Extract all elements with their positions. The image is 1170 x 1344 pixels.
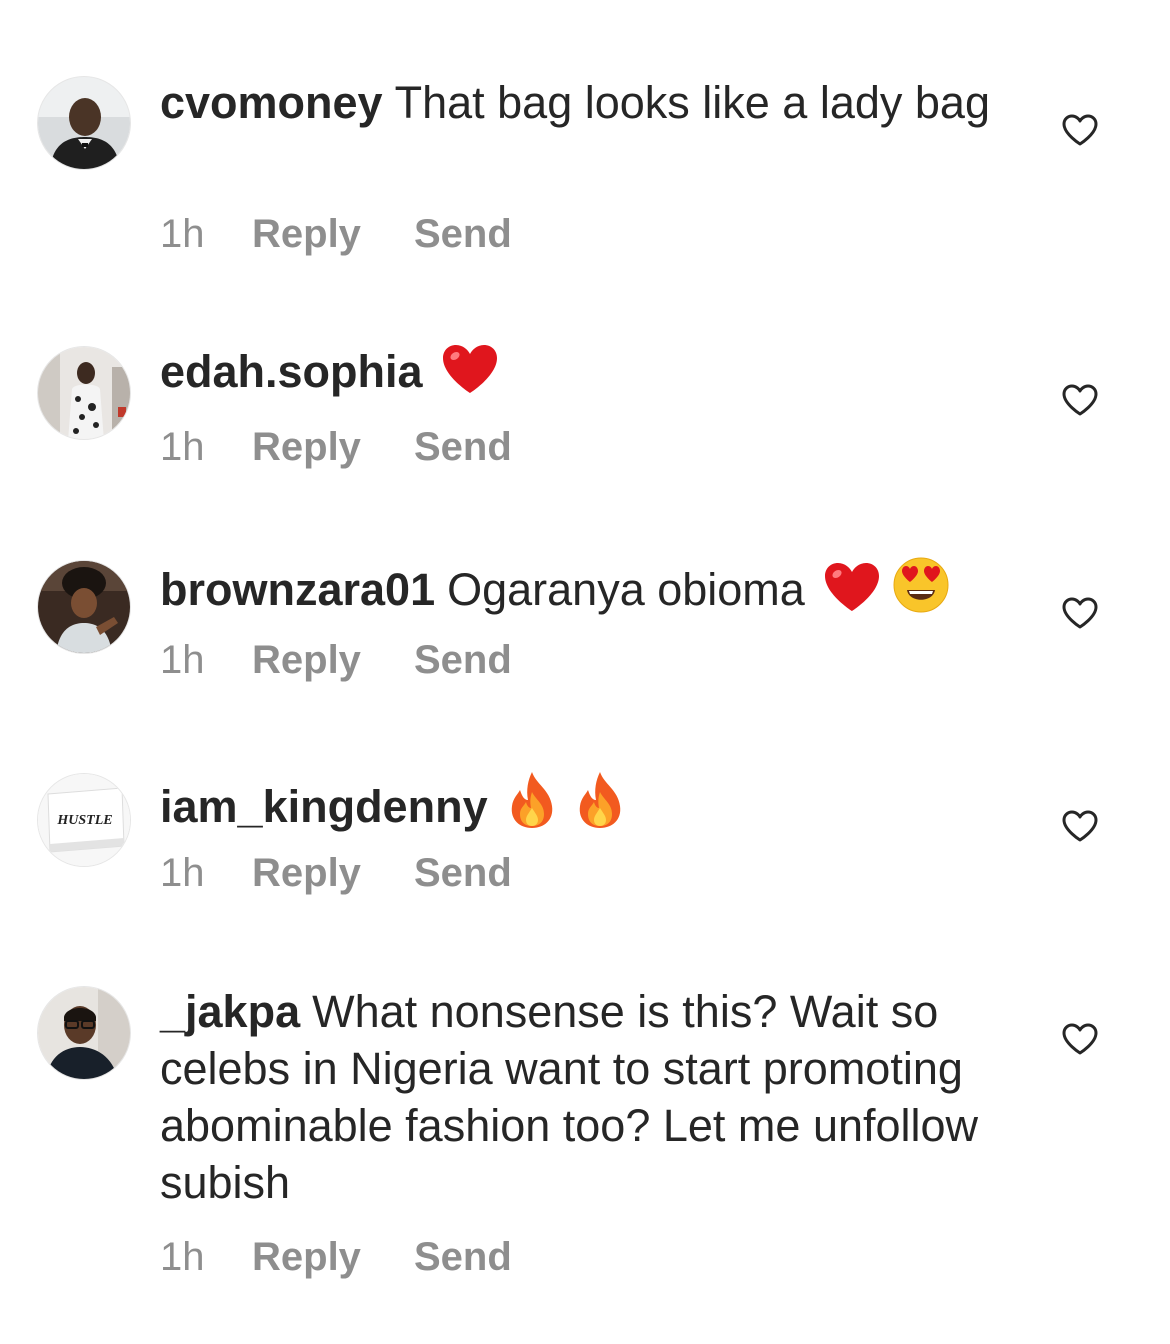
heart-outline-icon[interactable] bbox=[1061, 383, 1099, 417]
comment-text: That bag looks like a lady bag bbox=[394, 77, 990, 128]
comment-time: 1h bbox=[160, 212, 205, 256]
comment-username[interactable]: cvomoney bbox=[160, 77, 383, 128]
comment-time: 1h bbox=[160, 425, 205, 469]
comment-body: iam_kingdenny bbox=[160, 770, 1020, 843]
reply-button[interactable]: Reply bbox=[252, 849, 414, 897]
comment-meta: 1h Reply Send bbox=[160, 636, 512, 684]
heart-outline-icon[interactable] bbox=[1061, 113, 1099, 147]
red-heart-emoji bbox=[441, 343, 499, 408]
heart-outline-icon[interactable] bbox=[1061, 1022, 1099, 1056]
comment-username[interactable]: edah.sophia bbox=[160, 346, 423, 397]
send-button[interactable]: Send bbox=[414, 210, 512, 258]
send-button[interactable]: Send bbox=[414, 1233, 512, 1281]
comment-time: 1h bbox=[160, 1235, 205, 1279]
send-button[interactable]: Send bbox=[414, 636, 512, 684]
send-button[interactable]: Send bbox=[414, 423, 512, 471]
fire-emoji bbox=[574, 770, 626, 843]
avatar-photo bbox=[38, 77, 130, 169]
fire-emoji bbox=[506, 770, 558, 843]
heart-eyes-emoji bbox=[893, 557, 949, 626]
comment-text: Ogaranya obioma bbox=[447, 564, 805, 615]
comment-time: 1h bbox=[160, 638, 205, 682]
comment-username[interactable]: _jakpa bbox=[160, 986, 300, 1037]
comment-body: brownzara01 Ogaranya obioma bbox=[160, 557, 1020, 626]
reply-button[interactable]: Reply bbox=[252, 1233, 414, 1281]
avatar[interactable] bbox=[37, 76, 131, 170]
reply-button[interactable]: Reply bbox=[252, 423, 414, 471]
comment-meta: 1h Reply Send bbox=[160, 849, 512, 897]
avatar[interactable] bbox=[37, 560, 131, 654]
comment-time: 1h bbox=[160, 851, 205, 895]
reply-button[interactable]: Reply bbox=[252, 636, 414, 684]
avatar-logo-text: HUSTLE bbox=[56, 813, 112, 828]
reply-button[interactable]: Reply bbox=[252, 210, 414, 258]
comment-meta: 1h Reply Send bbox=[160, 210, 512, 258]
heart-outline-icon[interactable] bbox=[1061, 596, 1099, 630]
comment-meta: 1h Reply Send bbox=[160, 423, 512, 471]
avatar-photo: HUSTLE bbox=[38, 774, 130, 866]
avatar-photo bbox=[38, 561, 130, 653]
comment-body: cvomoney That bag looks like a lady bag bbox=[160, 74, 1020, 131]
heart-outline-icon[interactable] bbox=[1061, 809, 1099, 843]
avatar[interactable] bbox=[37, 986, 131, 1080]
comment-username[interactable]: brownzara01 bbox=[160, 564, 435, 615]
comment-body: _jakpa What nonsense is this? Wait so cel… bbox=[160, 983, 1020, 1211]
comment-body: edah.sophia bbox=[160, 343, 1020, 408]
avatar[interactable]: HUSTLE bbox=[37, 773, 131, 867]
red-heart-emoji bbox=[823, 561, 881, 626]
avatar[interactable] bbox=[37, 346, 131, 440]
avatar-photo bbox=[38, 987, 130, 1079]
avatar-photo bbox=[38, 347, 130, 439]
comment-username[interactable]: iam_kingdenny bbox=[160, 781, 488, 832]
send-button[interactable]: Send bbox=[414, 849, 512, 897]
comment-meta: 1h Reply Send bbox=[160, 1233, 512, 1281]
